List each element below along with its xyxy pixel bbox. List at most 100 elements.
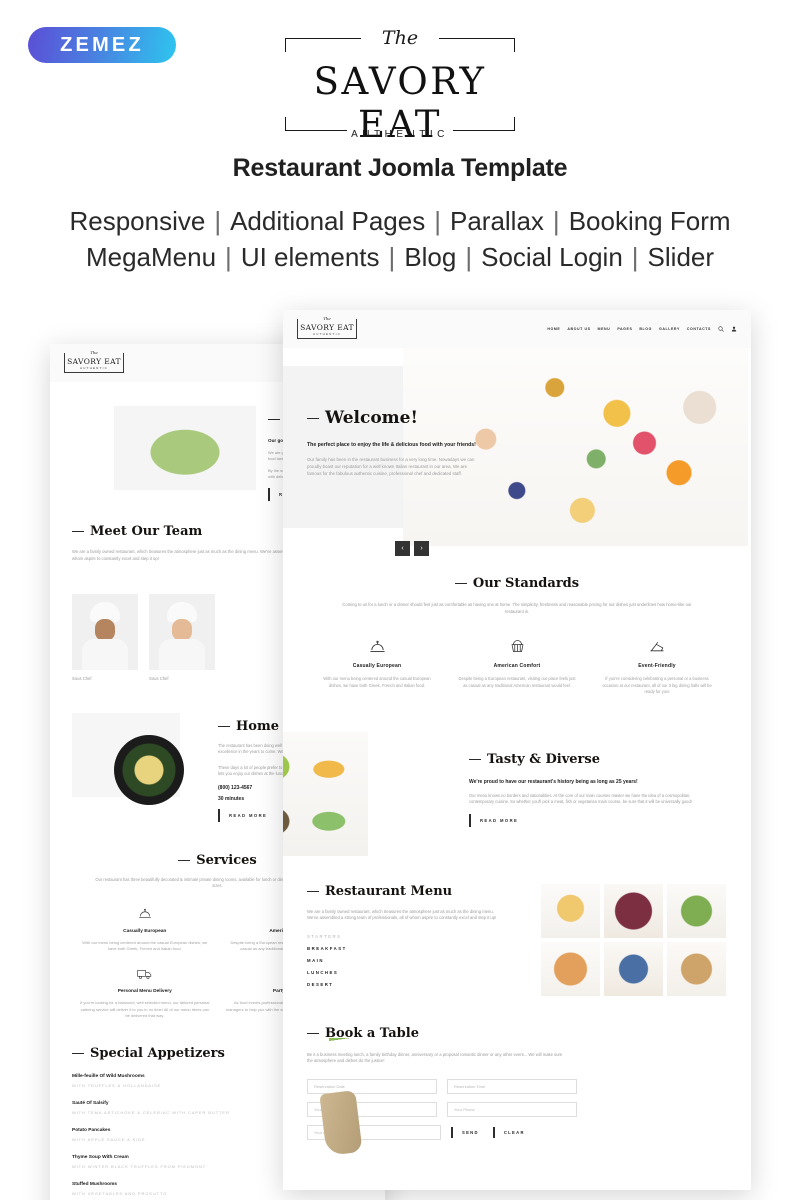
back-delivery-image-black-bowl [114,735,184,805]
nav-item-about-us[interactable]: ABOUT US [567,327,590,331]
brand-mark: The SAVORY EAT AUTHENTIC [0,27,800,146]
feature-item: Responsive [69,206,206,236]
tasty-strong: We're proud to have our restaurant's his… [469,778,638,785]
gallery-thumb[interactable] [604,883,663,938]
your-phone-placeholder: Your Phone [454,1106,475,1112]
service-desc: With our menu being centered around the … [82,939,208,952]
feature-separator: | [434,206,441,236]
hero-body: Our family has been in the restaurant bu… [307,457,475,476]
back-appetizers-title: Special Appetizers [90,1045,225,1061]
standards-title-wrap: Our Standards [307,576,727,591]
poster-root: ZEMEZ The SAVORY EAT AUTHENTIC Restauran… [0,0,800,1200]
back-logo-name: SAVORY EAT [67,357,121,366]
standard-name: Event-Friendly [638,663,676,669]
service-card[interactable]: Personal Menu Delivery If you're looking… [72,966,218,1033]
logo-name: SAVORY EAT [300,323,354,332]
brand-frame: The SAVORY EAT AUTHENTIC [285,27,515,146]
site-logo[interactable]: The SAVORY EAT AUTHENTIC [297,316,357,339]
service-desc: If you're looking for a balanced, well s… [80,1000,210,1019]
title-dash [307,417,319,419]
service-name: Casually European [123,928,167,934]
nav-item-contacts[interactable]: CONTACTS [687,327,711,331]
feature-row-1: Responsive | Additional Pages | Parallax | Boo… [0,203,800,239]
title-dash [469,758,481,760]
tasty-copy: Tasty & Diverse We're proud to have our … [469,752,715,828]
title-dash [307,890,319,892]
reservation-time-input[interactable]: Reservation Time [447,1078,577,1094]
chef-face [172,619,192,641]
logo-the: The [298,316,356,321]
title-dash [72,531,84,532]
user-icon[interactable] [731,326,737,332]
slider-prev-button[interactable]: ‹ [395,541,410,556]
standard-desc: Despite being a European restaurant, vis… [458,676,576,688]
title-dash [218,726,230,727]
title-dash [72,1052,84,1054]
standards-section: Our Standards Coming to us for a lunch o… [283,546,751,716]
your-phone-input[interactable]: Your Phone [447,1101,577,1117]
restaurant-menu-lead: We are a family owned restaurant, which … [307,908,497,921]
feature-item: UI elements [240,242,380,272]
team-member-card[interactable]: Sous Chef [72,594,138,681]
truck-icon [80,966,210,982]
team-member-role: Sous Chef [149,676,169,681]
back-logo-sub: AUTHENTIC [80,366,108,370]
hero-strong: The perfect place to enjoy the life & de… [307,442,476,448]
chef-face [95,619,115,641]
hero-slider[interactable]: Welcome! The perfect place to enjoy the … [283,348,751,556]
nav-item-pages[interactable]: PAGES [617,327,632,331]
search-icon[interactable] [718,326,724,332]
tasty-read-more-button[interactable]: READ MORE [469,814,518,828]
hero-title-wrap: Welcome! [307,408,482,428]
feature-item: Blog [404,242,457,272]
menu-gallery-grid [541,883,727,996]
title-dash [268,419,280,420]
nav-item-gallery[interactable]: GALLERY [659,327,680,331]
gallery-thumb[interactable] [541,883,600,938]
feature-separator: | [214,206,222,236]
title-dash [454,583,467,584]
appetizer-desc: WITH VEGETABLES AND PROSUTTO [72,1190,168,1196]
service-card[interactable]: Casually European With our menu being ce… [72,906,218,967]
standard-card[interactable]: Event-Friendly If you're considering cel… [587,637,727,696]
standard-card[interactable]: Casually European With our menu being ce… [307,637,447,696]
nav-item-blog[interactable]: BLOG [639,327,652,331]
site-header: The SAVORY EAT AUTHENTIC HOME ABOUT US M… [283,310,751,348]
gallery-thumb[interactable] [541,941,600,996]
standard-card[interactable]: American Comfort Despite being a Europea… [447,637,587,696]
booking-form-actions: SEND CLEAR [451,1125,577,1140]
feature-item: Social Login [481,242,623,272]
standard-name: American Comfort [493,663,541,669]
page-title: Restaurant Joomla Template [232,154,568,182]
gallery-thumb[interactable] [604,941,663,996]
nav-item-menu[interactable]: MENU [598,327,611,331]
team-member-role: Sous Chef [72,676,92,681]
back-delivery-read-more-button[interactable]: READ MORE [218,809,267,823]
gallery-thumb[interactable] [667,941,726,996]
team-member-card[interactable]: Sous Chef [149,594,215,681]
chef-uniform [82,639,128,670]
tasty-section: Tasty & Diverse We're proud to have our … [283,716,751,868]
tasty-body: Our menu knows no borders and nationalit… [469,792,692,804]
send-button[interactable]: SEND [451,1126,493,1138]
hero-slider-controls: ‹ › [395,541,429,556]
tasty-image-sandwich-grid [283,731,368,856]
feature-separator: | [225,242,232,272]
standard-desc: If you're considering celebrating a pers… [602,676,712,695]
clear-button[interactable]: CLEAR [492,1126,539,1138]
standard-desc: With our menu being centered around the … [323,676,431,688]
chef-uniform [159,639,205,670]
standards-grid: Casually European With our menu being ce… [307,637,727,696]
back-site-logo[interactable]: The SAVORY EAT AUTHENTIC [64,350,124,373]
slider-next-button[interactable]: › [414,541,429,556]
feature-item: Slider [647,242,715,272]
nav-item-home[interactable]: HOME [547,327,560,331]
feature-item: Additional Pages [230,206,426,236]
hero-copy: Welcome! The perfect place to enjoy the … [307,408,482,477]
gallery-thumb[interactable] [667,883,726,938]
title-dash [178,860,191,861]
brand-the: The [381,27,419,49]
restaurant-menu-title: Restaurant Menu [325,883,453,899]
feature-separator: | [388,242,396,272]
standard-name: Casually European [352,663,402,669]
